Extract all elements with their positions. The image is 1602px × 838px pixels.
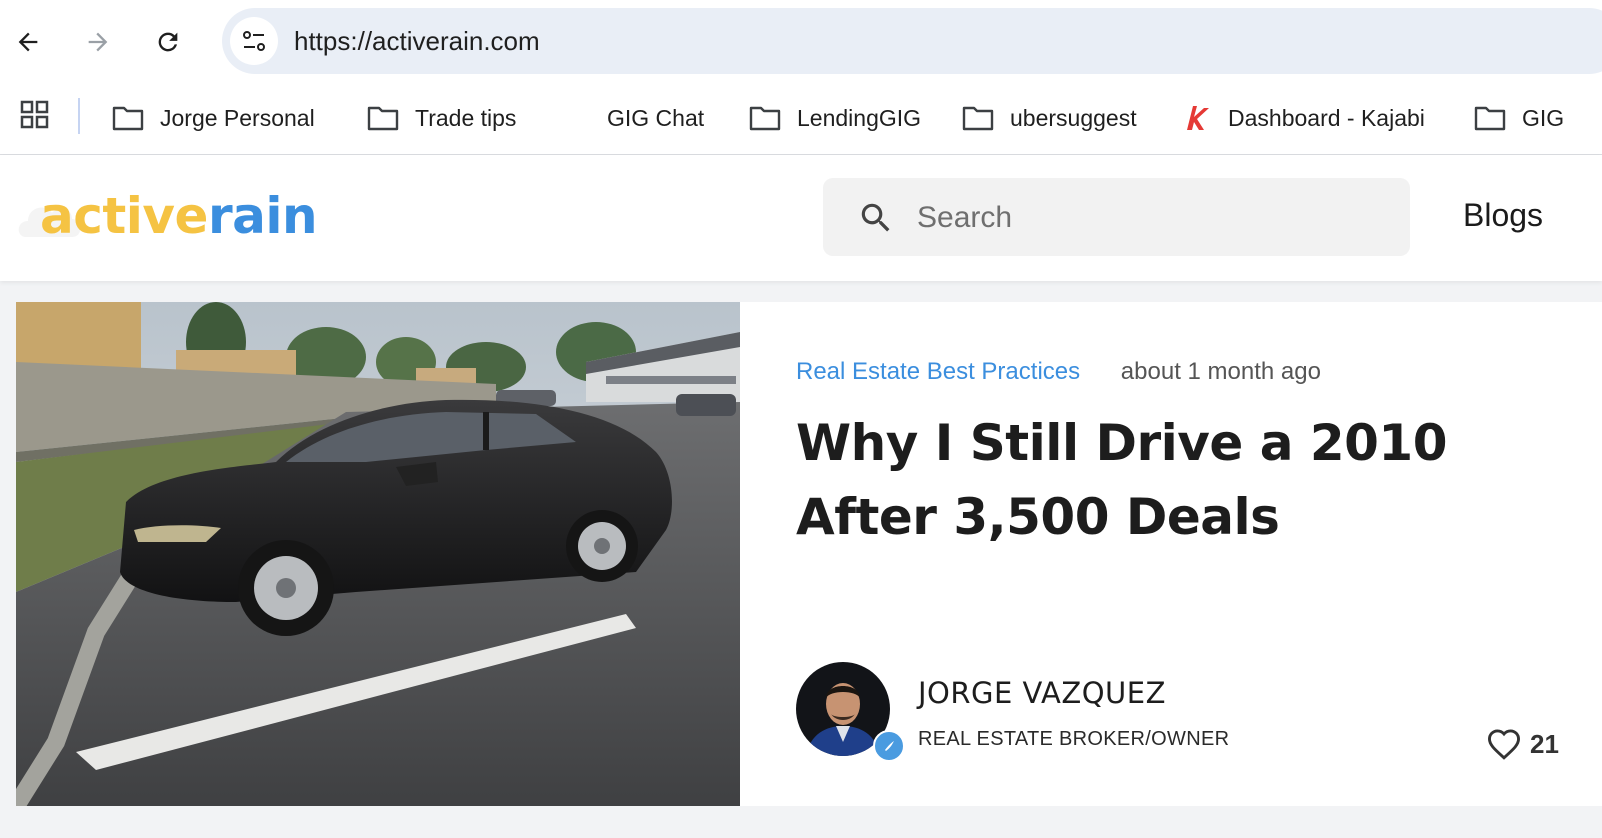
author-role: REAL ESTATE BROKER/OWNER: [918, 728, 1230, 750]
apps-grid-icon: [20, 100, 49, 129]
address-bar[interactable]: https://activerain.com: [222, 8, 1602, 74]
featured-post-card: Real Estate Best Practices about 1 month…: [16, 302, 1602, 806]
site-header: activerain Blogs: [0, 155, 1602, 281]
forward-arrow-icon: [88, 32, 108, 52]
bookmarks-divider: [78, 98, 80, 134]
post-title[interactable]: Why I Still Drive a 2010 After 3,500 Dea…: [796, 406, 1576, 554]
bookmark-trade-tips[interactable]: Trade tips: [367, 82, 516, 154]
search-icon: [861, 203, 890, 232]
post-timestamp: about 1 month ago: [1120, 358, 1321, 385]
bookmark-label: Trade tips: [415, 104, 517, 131]
bookmark-label: Jorge Personal: [160, 104, 315, 131]
folder-icon: [367, 106, 399, 131]
bookmark-jorge-personal[interactable]: Jorge Personal: [112, 82, 315, 154]
bookmark-ubersuggest[interactable]: ubersuggest: [962, 82, 1137, 154]
bookmark-label: Dashboard - Kajabi: [1228, 104, 1425, 131]
reload-icon: [158, 32, 178, 52]
post-photo[interactable]: [16, 302, 740, 806]
folder-icon: [1474, 106, 1506, 131]
bookmark-lendinggig[interactable]: LendingGIG: [749, 82, 921, 154]
like-button[interactable]: 21: [1486, 728, 1559, 760]
post-category-link[interactable]: Real Estate Best Practices: [796, 358, 1080, 385]
site-info-button[interactable]: [230, 17, 278, 65]
bookmark-label: LendingGIG: [797, 104, 922, 131]
bookmark-dashboard-kajabi[interactable]: Dashboard - Kajabi: [1182, 82, 1425, 154]
bookmark-label: GIG Chat: [607, 104, 705, 131]
car-photo-image: [16, 302, 740, 806]
bookmark-label: ubersuggest: [1010, 104, 1137, 131]
reload-button[interactable]: [148, 22, 188, 62]
bookmark-label: GIG: [1522, 104, 1565, 131]
back-button[interactable]: [8, 22, 48, 62]
like-count: 21: [1530, 728, 1559, 759]
folder-icon: [962, 106, 994, 131]
search-input[interactable]: [915, 178, 1389, 258]
activerain-logo[interactable]: activerain: [16, 185, 318, 245]
logo-part-rain: rain: [207, 187, 318, 245]
nav-blogs[interactable]: Blogs: [1463, 197, 1543, 234]
folder-icon: [749, 106, 781, 131]
bookmark-gig[interactable]: GIG: [1474, 82, 1564, 154]
folder-icon: [112, 106, 144, 131]
logo-part-active: active: [40, 187, 208, 245]
kajabi-icon: [1187, 106, 1209, 130]
author-name[interactable]: JORGE VAZQUEZ: [918, 676, 1166, 710]
url-text[interactable]: https://activerain.com: [294, 26, 540, 57]
verified-badge-icon: [873, 730, 905, 762]
heart-icon: [1487, 729, 1521, 760]
tune-icon: [243, 31, 265, 51]
browser-toolbar: https://activerain.com: [0, 0, 1602, 82]
back-arrow-icon: [18, 32, 38, 52]
site-search[interactable]: [823, 178, 1410, 258]
logo-wordmark: activerain: [40, 187, 318, 245]
forward-button[interactable]: [78, 22, 118, 62]
post-meta: Real Estate Best Practices about 1 month…: [796, 358, 1321, 386]
apps-button[interactable]: [20, 100, 50, 135]
bookmark-gig-chat[interactable]: GIG Chat: [607, 82, 704, 154]
bookmarks-bar: Jorge Personal Trade tips GIG Chat Lendi…: [0, 82, 1602, 155]
